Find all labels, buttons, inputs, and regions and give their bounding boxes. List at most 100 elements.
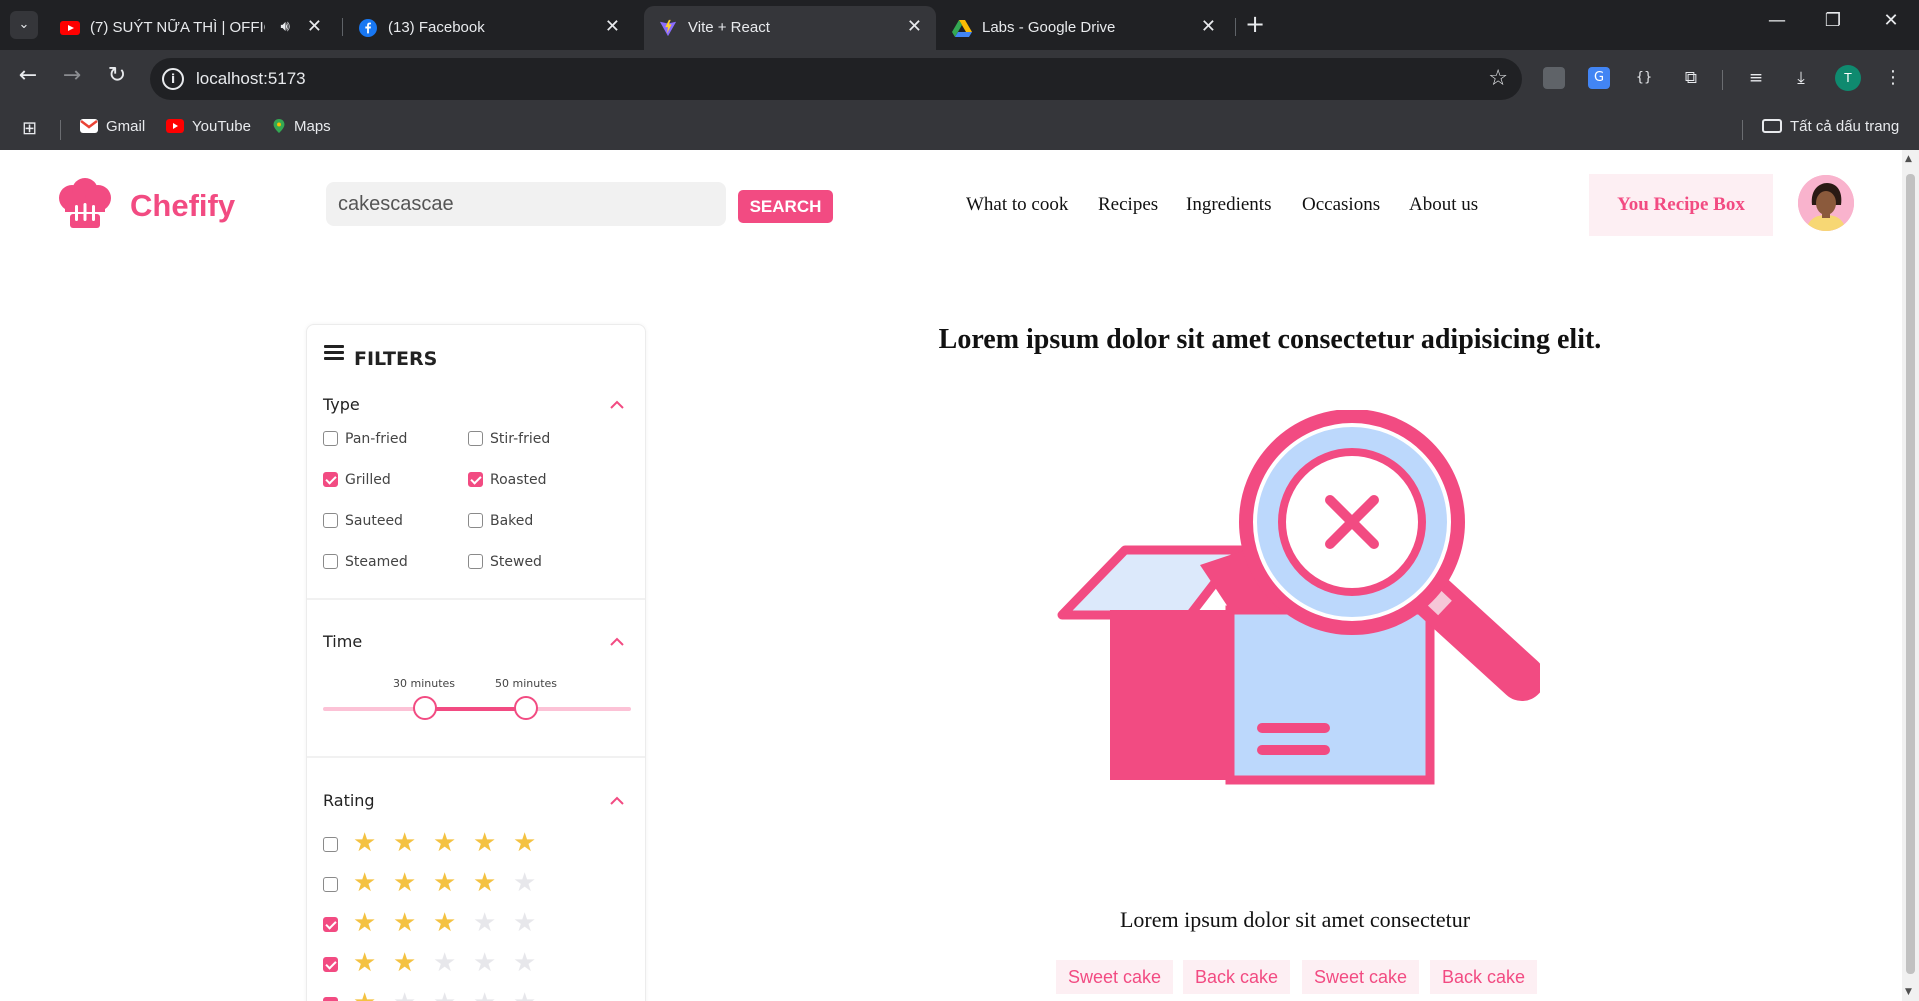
maps-icon xyxy=(273,119,285,133)
time-slider-max-handle[interactable] xyxy=(514,696,539,720)
rating-option-3[interactable]: ★ ★ ★ ★ ★ xyxy=(323,910,536,936)
section-divider xyxy=(307,756,645,758)
tag-chip[interactable]: Back cake xyxy=(1430,960,1538,994)
bookmark-maps[interactable]: Maps xyxy=(272,118,331,135)
checkbox[interactable] xyxy=(323,554,338,569)
filters-header: FILTERS xyxy=(324,345,437,370)
forward-button[interactable]: → xyxy=(57,63,87,88)
chevron-up-icon[interactable] xyxy=(609,634,625,650)
type-option-stir-fried[interactable]: Stir-fried xyxy=(468,431,550,447)
tag-chip[interactable]: Sweet cake xyxy=(1302,960,1420,994)
checkbox[interactable] xyxy=(323,431,338,446)
apps-grid-icon[interactable]: ⊞ xyxy=(22,118,37,139)
site-info-icon[interactable]: i xyxy=(162,68,184,90)
bookmark-youtube[interactable]: YouTube xyxy=(166,118,251,135)
extension-icon[interactable]: {} xyxy=(1633,67,1655,89)
filters-title: FILTERS xyxy=(354,348,438,370)
restore-button[interactable]: ❐ xyxy=(1818,10,1848,31)
toolbar-divider xyxy=(1722,70,1723,90)
star-filled-icon: ★ xyxy=(353,868,377,898)
tab-search-button[interactable]: ⌄ xyxy=(10,11,38,39)
scroll-down-arrow[interactable]: ▼ xyxy=(1905,987,1912,997)
close-tab-icon[interactable]: ✕ xyxy=(1201,16,1216,37)
tab-vite-react[interactable]: Vite + React ✕ xyxy=(644,6,936,50)
nav-ingredients[interactable]: Ingredients xyxy=(1186,194,1271,216)
type-option-sauteed[interactable]: Sauteed xyxy=(323,513,403,529)
star-filled-icon: ★ xyxy=(353,990,376,1001)
checkbox-checked[interactable] xyxy=(323,917,338,932)
bookmark-star-icon[interactable]: ☆ xyxy=(1488,66,1508,91)
address-bar[interactable]: i localhost:5173 ☆ xyxy=(150,58,1522,100)
nav-what-to-cook[interactable]: What to cook xyxy=(966,194,1068,216)
extension-icon[interactable] xyxy=(1543,67,1565,89)
translate-icon[interactable]: G xyxy=(1588,67,1610,89)
tab-title: Labs - Google Drive xyxy=(982,19,1116,36)
checkbox[interactable] xyxy=(323,877,338,892)
star-filled-icon: ★ xyxy=(353,948,377,978)
profile-avatar[interactable]: T xyxy=(1835,65,1861,91)
star-filled-icon: ★ xyxy=(393,908,417,938)
chevron-up-icon[interactable] xyxy=(609,397,625,413)
tab-google-drive[interactable]: Labs - Google Drive ✕ xyxy=(938,6,1230,50)
nav-recipes[interactable]: Recipes xyxy=(1098,194,1158,216)
rating-option-5[interactable]: ★ ★ ★ ★ ★ xyxy=(323,830,536,856)
checkbox[interactable] xyxy=(468,554,483,569)
tab-facebook[interactable]: (13) Facebook ✕ xyxy=(344,6,634,50)
close-window-button[interactable]: ✕ xyxy=(1876,10,1906,31)
type-option-roasted[interactable]: Roasted xyxy=(468,472,547,488)
search-button[interactable]: SEARCH xyxy=(738,190,833,223)
checkbox[interactable] xyxy=(468,431,483,446)
checkbox-checked[interactable] xyxy=(323,957,338,972)
back-button[interactable]: ← xyxy=(13,63,43,88)
tag-chip[interactable]: Sweet cake xyxy=(1056,960,1174,994)
type-option-baked[interactable]: Baked xyxy=(468,513,533,529)
user-photo xyxy=(1798,175,1854,231)
checkbox[interactable] xyxy=(323,837,338,852)
page-scrollbar[interactable]: ▲ ▼ xyxy=(1902,150,1919,1001)
rating-option-2[interactable]: ★ ★ ★ ★ ★ xyxy=(323,950,536,976)
folder-icon xyxy=(1762,119,1782,133)
bookmark-gmail[interactable]: Gmail xyxy=(80,118,145,135)
minimize-button[interactable]: — xyxy=(1762,10,1792,31)
checkbox-checked[interactable] xyxy=(468,472,483,487)
star-filled-icon: ★ xyxy=(473,868,497,898)
menu-icon[interactable]: ⋮ xyxy=(1882,67,1904,89)
star-filled-icon: ★ xyxy=(473,828,497,858)
rating-option-4[interactable]: ★ ★ ★ ★ ★ xyxy=(323,870,536,896)
star-empty-icon: ★ xyxy=(473,990,496,1001)
checkbox-checked[interactable] xyxy=(323,997,338,1001)
type-option-pan-fried[interactable]: Pan-fried xyxy=(323,431,407,447)
user-avatar[interactable] xyxy=(1798,175,1854,231)
tag-chip[interactable]: Back cake xyxy=(1183,960,1291,994)
checkbox-checked[interactable] xyxy=(323,472,338,487)
puzzle-icon[interactable]: ⧉ xyxy=(1680,67,1702,89)
scrollbar-thumb[interactable] xyxy=(1906,174,1915,974)
close-tab-icon[interactable]: ✕ xyxy=(907,16,922,37)
checkbox[interactable] xyxy=(468,513,483,528)
type-option-stewed[interactable]: Stewed xyxy=(468,554,542,570)
search-input[interactable] xyxy=(326,182,726,226)
filters-panel: FILTERS Type Pan-fried Stir-fried Grille… xyxy=(306,324,646,1001)
scroll-up-arrow[interactable]: ▲ xyxy=(1905,154,1912,164)
type-option-grilled[interactable]: Grilled xyxy=(323,472,391,488)
time-slider-min-handle[interactable] xyxy=(412,696,437,720)
nav-about-us[interactable]: About us xyxy=(1409,194,1478,216)
type-option-steamed[interactable]: Steamed xyxy=(323,554,408,570)
close-tab-icon[interactable]: ✕ xyxy=(307,16,322,37)
time-slider-track[interactable] xyxy=(323,707,631,711)
recipe-box-button[interactable]: You Recipe Box xyxy=(1589,174,1773,236)
option-label: Stir-fried xyxy=(490,431,551,447)
nav-occasions[interactable]: Occasions xyxy=(1302,194,1380,216)
speaker-icon[interactable]: 🔊︎ xyxy=(281,18,290,35)
all-bookmarks[interactable]: Tất cả dấu trang xyxy=(1762,118,1899,135)
download-icon[interactable]: ⤓ xyxy=(1790,67,1812,89)
checkbox[interactable] xyxy=(323,513,338,528)
rating-option-1[interactable]: ★ ★ ★ ★ ★ xyxy=(323,990,536,1001)
tab-youtube[interactable]: (7) SUÝT NỮA THÌ | OFFICIAL 🔊︎ ✕ xyxy=(46,6,336,50)
new-tab-button[interactable]: + xyxy=(1245,10,1265,38)
reload-button[interactable]: ↻ xyxy=(102,63,132,88)
chevron-up-icon[interactable] xyxy=(609,793,625,809)
media-controls-icon[interactable]: ≡ xyxy=(1745,67,1767,89)
option-label: Stewed xyxy=(490,554,542,570)
close-tab-icon[interactable]: ✕ xyxy=(605,16,620,37)
